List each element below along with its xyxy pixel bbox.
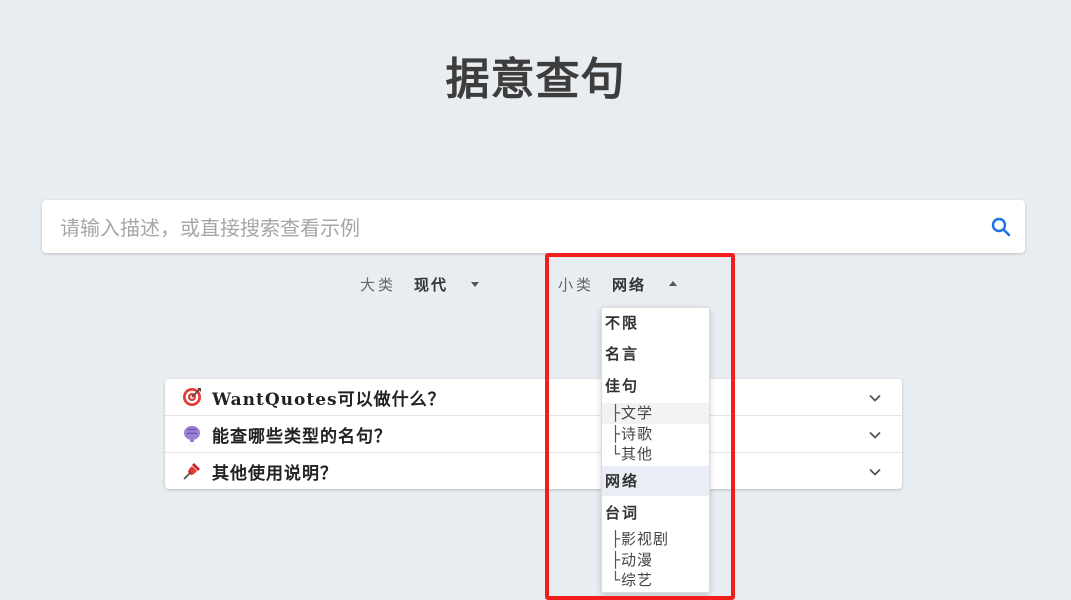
option-other[interactable]: └其他 <box>602 444 709 465</box>
faq-item-what[interactable]: WantQuotes可以做什么？ <box>165 379 902 416</box>
pushpin-icon <box>183 463 200 480</box>
search-input[interactable] <box>58 200 962 255</box>
option-anime[interactable]: ├动漫 <box>602 550 709 571</box>
option-lines[interactable]: 台词 <box>602 498 709 528</box>
option-label: 影视剧 <box>621 530 670 548</box>
major-category-value: 现代 <box>414 275 449 294</box>
page-title: 据意查句 <box>445 54 626 105</box>
option-variety-show[interactable]: └综艺 <box>602 570 709 591</box>
chevron-down-icon <box>869 468 881 476</box>
tree-connector: ├ <box>611 551 622 569</box>
tree-connector: ├ <box>611 530 622 548</box>
chevron-down-icon <box>869 394 881 402</box>
tree-connector: ├ <box>611 404 622 422</box>
minor-category-label: 小类 <box>558 275 595 294</box>
tree-connector: └ <box>611 445 622 463</box>
faq-question: 能查哪些类型的名句？ <box>212 426 392 447</box>
option-unlimited[interactable]: 不限 <box>602 308 709 338</box>
minor-category-select[interactable]: 小类 网络 <box>558 270 678 298</box>
option-label: 其他 <box>621 445 654 463</box>
option-famous-quotes[interactable]: 名言 <box>602 339 709 369</box>
chevron-down-icon <box>869 431 881 439</box>
faq-accordion: WantQuotes可以做什么？ 能查哪些类型的名句？ 其他使用说明？ <box>165 379 902 489</box>
faq-question: 其他使用说明？ <box>212 463 338 484</box>
option-internet[interactable]: 网络 <box>602 466 709 496</box>
option-literature[interactable]: ├文学 <box>602 403 709 424</box>
caret-up-icon <box>669 281 678 286</box>
tree-connector: ├ <box>611 425 622 443</box>
search-box <box>42 200 1025 255</box>
major-category-select[interactable]: 大类 现代 <box>360 270 480 298</box>
target-icon <box>183 388 201 406</box>
page: 据意查句 大类 现代 小类 网络 <box>0 0 1071 600</box>
caret-down-icon <box>471 282 480 287</box>
faq-item-usage[interactable]: 其他使用说明？ <box>165 453 902 489</box>
brain-icon <box>184 426 200 442</box>
option-poetry[interactable]: ├诗歌 <box>602 424 709 445</box>
faq-item-types[interactable]: 能查哪些类型的名句？ <box>165 416 902 453</box>
option-label: 综艺 <box>621 571 654 589</box>
search-icon[interactable] <box>989 215 1013 239</box>
faq-question: WantQuotes可以做什么？ <box>212 389 446 410</box>
minor-category-value: 网络 <box>612 275 647 294</box>
option-label: 文学 <box>621 404 654 422</box>
tree-connector: └ <box>611 571 622 589</box>
major-category-label: 大类 <box>360 275 397 294</box>
option-fine-sentences[interactable]: 佳句 <box>602 371 709 401</box>
minor-category-dropdown: 不限 名言 佳句 ├文学 ├诗歌 └其他 网络 台词 ├影视剧 ├动漫 └综艺 <box>601 307 710 593</box>
option-label: 诗歌 <box>621 425 654 443</box>
option-label: 动漫 <box>621 551 654 569</box>
option-film-tv[interactable]: ├影视剧 <box>602 529 709 550</box>
